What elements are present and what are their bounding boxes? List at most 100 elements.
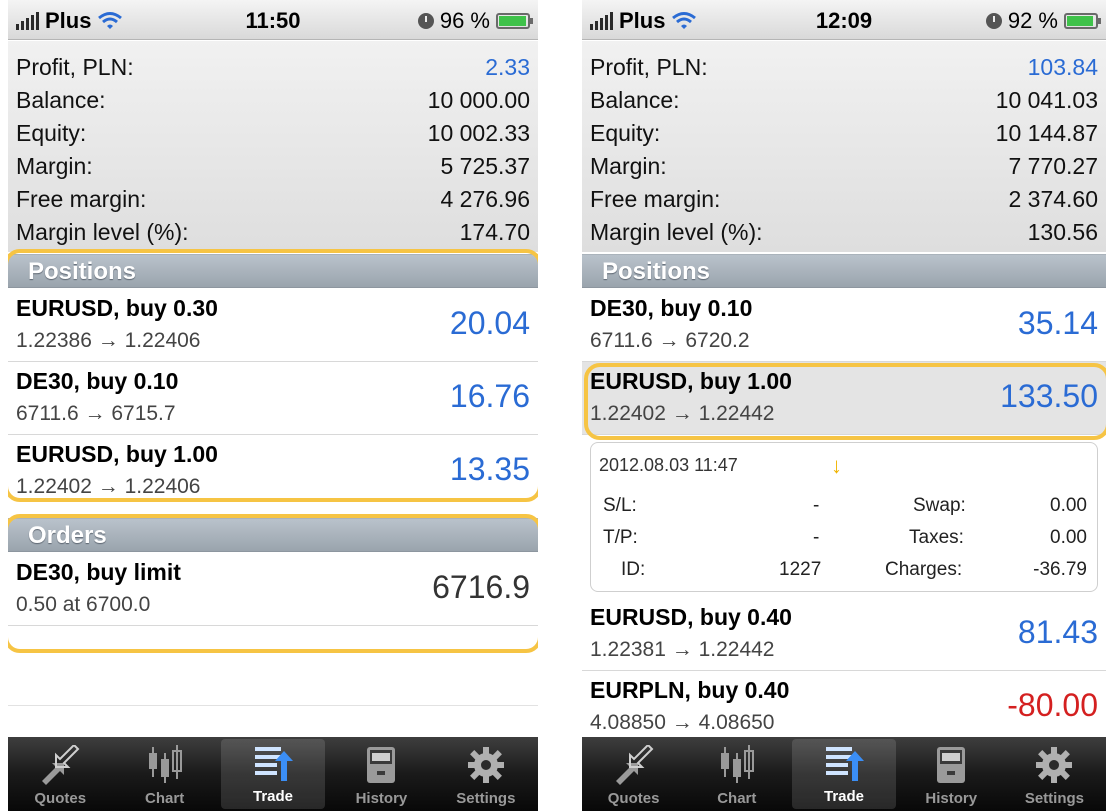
tab-label: Quotes (34, 790, 87, 807)
summary-label: Balance: (590, 87, 680, 113)
tp-value: - (813, 527, 820, 548)
summary-label: Free margin: (16, 186, 147, 212)
positions-list[interactable]: EURUSD, buy 0.30 1.22386 → 1.22406 20.04… (8, 289, 538, 502)
id-label: ID: (621, 559, 646, 580)
tab-label: Settings (1024, 790, 1084, 807)
tab-quotes[interactable]: Quotes (8, 737, 112, 811)
position-prices: 6711.6 → 6715.7 (16, 402, 176, 425)
summary-label: Margin level (%): (590, 219, 763, 245)
tab-label: Chart (145, 790, 185, 807)
order-title: DE30, buy limit (16, 559, 181, 585)
status-bar: Plus 12:09 92 % (582, 0, 1106, 40)
candlestick-chart-icon (143, 745, 187, 785)
tab-chart[interactable]: Chart (112, 737, 216, 811)
positions-header: Positions (582, 254, 1106, 288)
position-title: EURUSD, buy 0.30 (16, 295, 218, 321)
tab-bar: Quotes Chart Trade History Settings (8, 737, 538, 811)
tab-trade[interactable]: Trade (792, 739, 896, 809)
summary-value: 7 770.27 (1008, 153, 1098, 179)
tab-label: History (355, 790, 408, 807)
summary-value: 174.70 (459, 219, 530, 245)
tp-label: T/P: (603, 527, 638, 548)
position-prices: 4.08850 → 4.08650 (590, 711, 775, 734)
tab-label: History (925, 790, 978, 807)
details-row-id-charges: ID: 1227 Charges: -36.79 (591, 559, 1097, 589)
sl-value: - (813, 495, 820, 516)
position-title: DE30, buy 0.10 (16, 368, 179, 394)
position-prices: 1.22381 → 1.22442 (590, 638, 775, 661)
tab-quotes[interactable]: Quotes (582, 737, 685, 811)
summary-row-margin: Margin: 5 725.37 (8, 150, 538, 183)
tab-label: Chart (717, 790, 757, 807)
status-bar: Plus 11:50 96 % (8, 0, 538, 40)
position-details-panel: 2012.08.03 11:47 ↓ S/L: - Swap: 0.00 T/P… (590, 442, 1098, 592)
tab-settings[interactable]: Settings (1003, 737, 1106, 811)
position-row[interactable]: EURUSD, buy 0.40 1.22381 → 1.22442 81.43 (582, 598, 1106, 671)
summary-label: Equity: (16, 120, 87, 146)
position-profit: 133.50 (1000, 378, 1098, 414)
summary-row-profit: Profit, PLN: 2.33 (8, 51, 538, 84)
summary-value: 10 041.03 (995, 87, 1098, 113)
quotes-arrows-icon (38, 745, 82, 785)
open-time: 2012.08.03 11:47 (599, 455, 738, 475)
tab-trade[interactable]: Trade (220, 739, 326, 809)
summary-row-equity: Equity: 10 002.33 (8, 117, 538, 150)
position-row[interactable]: EURUSD, buy 1.00 1.22402 → 1.22406 13.35 (8, 435, 538, 502)
position-title: EURUSD, buy 1.00 (590, 368, 792, 394)
tab-chart[interactable]: Chart (685, 737, 788, 811)
position-title: EURUSD, buy 0.40 (590, 604, 792, 630)
summary-row-free-margin: Free margin: 2 374.60 (582, 183, 1106, 216)
account-summary: Profit, PLN: 103.84 Balance: 10 041.03 Equ… (582, 41, 1106, 252)
swap-value: 0.00 (1050, 495, 1087, 516)
position-profit: 81.43 (1017, 614, 1098, 650)
summary-value: 10 000.00 (427, 87, 530, 113)
position-title: DE30, buy 0.10 (590, 295, 753, 321)
summary-row-equity: Equity: 10 144.87 (582, 117, 1106, 150)
taxes-value: 0.00 (1050, 527, 1087, 548)
position-row[interactable]: DE30, buy 0.10 6711.6 → 6720.2 35.14 (582, 289, 1106, 362)
position-row[interactable]: DE30, buy 0.10 6711.6 → 6715.7 16.76 (8, 362, 538, 435)
alarm-clock-icon (985, 13, 1002, 29)
phone-screen-left: Plus 11:50 96 % Profit, PLN: 2.33 Balance… (8, 0, 538, 811)
order-row[interactable]: DE30, buy limit 0.50 at 6700.0 6716.9 (8, 553, 538, 626)
tab-history[interactable]: History (900, 737, 1003, 811)
position-row-selected[interactable]: EURUSD, buy 1.00 1.22402 → 1.22442 133.5… (582, 362, 1106, 435)
position-prices: 1.22402 → 1.22442 (590, 402, 775, 425)
position-profit: 16.76 (449, 378, 530, 414)
tab-history[interactable]: History (329, 737, 433, 811)
id-value: 1227 (779, 559, 822, 580)
summary-value: 103.84 (1027, 54, 1098, 80)
summary-row-balance: Balance: 10 000.00 (8, 84, 538, 117)
gear-icon (1032, 745, 1076, 785)
position-profit: 35.14 (1017, 305, 1098, 341)
position-row[interactable]: EURUSD, buy 0.30 1.22386 → 1.22406 20.04 (8, 289, 538, 362)
order-details: 0.50 at 6700.0 (16, 593, 151, 616)
position-prices: 6711.6 → 6720.2 (590, 329, 750, 352)
summary-value: 10 002.33 (427, 120, 530, 146)
divider (8, 705, 538, 706)
summary-value: 5 725.37 (440, 153, 530, 179)
history-cabinet-icon (359, 745, 403, 785)
orders-list[interactable]: DE30, buy limit 0.50 at 6700.0 6716.9 (8, 553, 538, 626)
summary-label: Margin: (590, 153, 667, 179)
trade-list-icon (822, 743, 866, 783)
summary-label: Free margin: (590, 186, 721, 212)
position-row[interactable]: EURPLN, buy 0.40 4.08850 → 4.08650 -80.0… (582, 671, 1106, 744)
tab-bar: Quotes Chart Trade History Settings (582, 737, 1106, 811)
tab-label: Trade (253, 788, 294, 805)
taxes-label: Taxes: (909, 527, 964, 548)
position-profit: -80.00 (1007, 687, 1098, 723)
swap-label: Swap: (913, 495, 966, 516)
tab-label: Settings (456, 790, 516, 807)
tab-settings[interactable]: Settings (434, 737, 538, 811)
summary-value: 130.56 (1027, 219, 1098, 245)
charges-value: -36.79 (1033, 559, 1087, 580)
positions-list[interactable]: DE30, buy 0.10 6711.6 → 6720.2 35.14 EUR… (582, 289, 1106, 435)
gear-icon (464, 745, 508, 785)
summary-label: Margin level (%): (16, 219, 189, 245)
summary-row-balance: Balance: 10 041.03 (582, 84, 1106, 117)
positions-list-continued[interactable]: EURUSD, buy 0.40 1.22381 → 1.22442 81.43… (582, 598, 1106, 744)
details-row-sl-swap: S/L: - Swap: 0.00 (591, 495, 1097, 525)
down-arrow-icon: ↓ (831, 453, 842, 478)
summary-label: Balance: (16, 87, 106, 113)
